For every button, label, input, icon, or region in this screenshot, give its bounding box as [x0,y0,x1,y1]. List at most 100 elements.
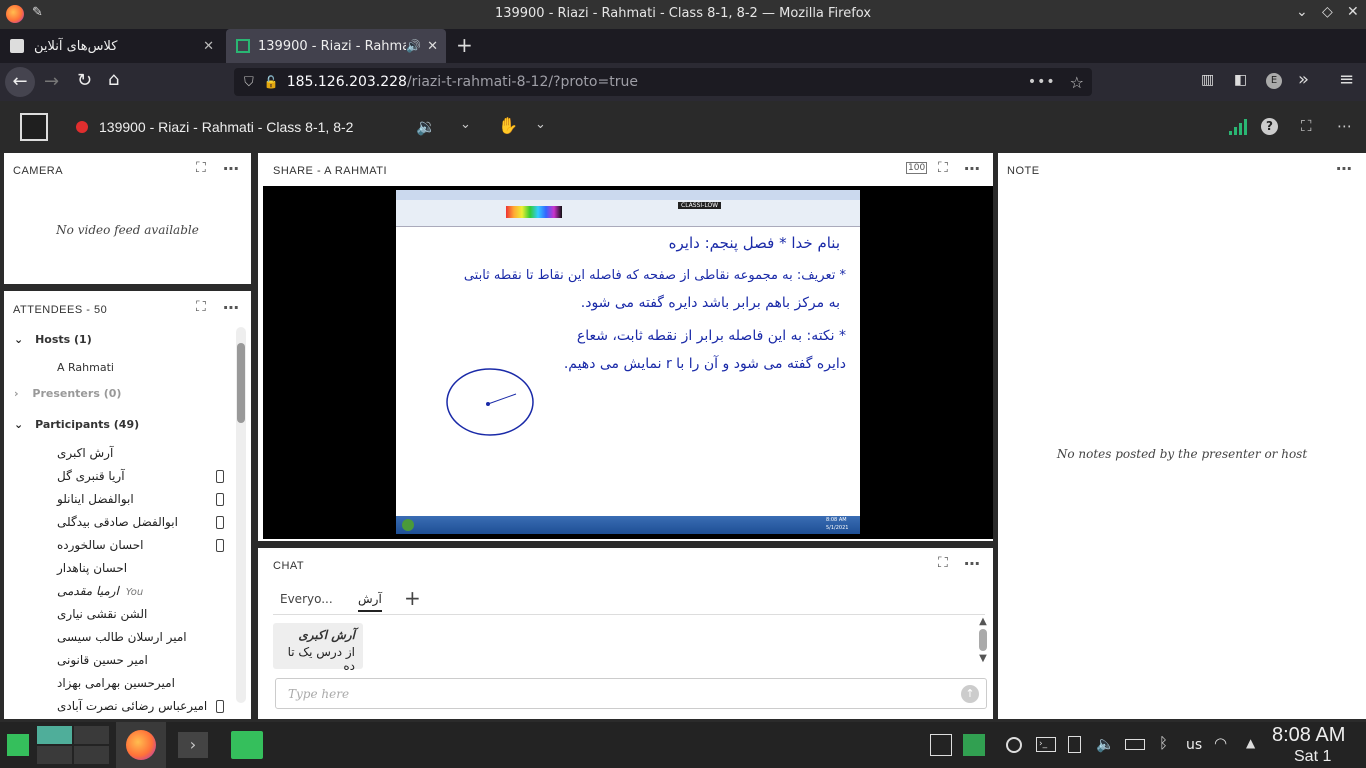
chevron-down-icon[interactable]: ⌄ [460,117,471,132]
participant-item[interactable]: امیر ارسلان طالب سیسی [57,630,187,644]
participant-item[interactable]: امیر حسین قانونی [57,653,148,667]
more-options-icon[interactable]: ⋯ [223,298,240,317]
url-bar[interactable]: ⛉ 🔓 185.126.203.228 /riazi-t-rahmati-8-1… [234,68,1092,96]
participants-group[interactable]: ⌄ Participants (49) [14,418,139,431]
new-tab-icon[interactable]: + [456,33,473,57]
terminal-taskbar-icon[interactable]: › [178,732,208,758]
more-options-icon[interactable]: ⋯ [1336,159,1353,178]
chat-tab-user[interactable]: آرش [358,592,382,612]
attendees-label: ATTENDEES - 50 [13,304,108,316]
more-options-icon[interactable]: ⋯ [964,554,981,573]
scroll-up-icon[interactable]: ▲ [977,616,989,627]
tab-online-classes[interactable]: کلاس‌های آنلاین ✕ [0,29,226,63]
workspace-switcher[interactable] [37,726,109,764]
expand-icon[interactable]: ⛶ [938,555,948,571]
host-name[interactable]: A Rahmati [57,361,114,374]
mobile-device-icon [216,493,224,506]
extension-icon[interactable]: E [1266,73,1282,89]
tab-close-icon[interactable]: ✕ [203,39,214,54]
chat-input[interactable]: Type here ↑ [275,678,987,709]
expand-icon[interactable]: ⛶ [196,299,206,315]
workspace-3[interactable] [37,746,72,764]
raise-hand-icon[interactable]: ✋ [498,116,518,135]
insecure-lock-icon[interactable]: 🔓 [264,75,279,89]
reload-icon[interactable]: ↻ [77,70,92,91]
keyboard-layout[interactable]: us [1186,737,1202,753]
scrollbar-thumb[interactable] [237,343,245,423]
bluetooth-icon[interactable]: ᛒ [1159,734,1168,752]
clock-date[interactable]: Sat 1 [1294,748,1331,766]
sidebar-icon[interactable]: ◧ [1234,72,1247,88]
participant-item-self[interactable]: ارمیا مقدمی You [57,584,143,598]
shield-icon[interactable]: ⛉ [244,75,254,90]
overflow-icon[interactable]: » [1298,69,1309,90]
chevron-down-icon[interactable]: ⌄ [535,117,546,132]
maximize-icon[interactable]: ◇ [1322,4,1333,20]
participant-item[interactable]: ابوالفضل اینانلو [57,492,134,506]
bookmark-star-icon[interactable]: ☆ [1070,73,1084,92]
library-icon[interactable]: ▥ [1201,72,1214,88]
back-icon[interactable]: ← [5,67,35,97]
help-icon[interactable]: ? [1261,118,1278,135]
chat-scrollbar[interactable]: ▲ ▼ [977,616,989,672]
participant-item[interactable]: ابوالفضل صادقی بیدگلی [57,515,178,529]
chevron-right-icon: › [14,387,19,400]
more-options-icon[interactable]: ⋯ [223,159,240,178]
add-chat-icon[interactable]: + [404,586,421,610]
wifi-icon[interactable]: ◠ [1214,734,1227,752]
firefox-taskbar-icon[interactable] [116,722,166,768]
expand-icon[interactable]: ⛶ [196,160,206,176]
speaker-icon[interactable]: 🔊 [406,39,421,53]
forward-icon[interactable]: → [44,71,59,92]
participant-item[interactable]: آرش اکبری [57,446,113,460]
more-options-icon[interactable]: ⋯ [1337,117,1352,135]
attendees-panel: ATTENDEES - 50 ⛶ ⋯ ⌄ Hosts (1) A Rahmati… [4,291,251,719]
tab-active-class[interactable]: 139900 - Riazi - Rahmat 🔊 ✕ [226,29,446,63]
workspace-1[interactable] [37,726,72,744]
participant-item[interactable]: امیرحسین بهرامی بهزاد [57,676,175,690]
workspace-2[interactable] [74,726,109,744]
volume-icon[interactable]: 🔉 [416,117,436,136]
scroll-down-icon[interactable]: ▼ [977,653,989,664]
clock-time[interactable]: 8:08 AM [1272,724,1345,747]
battery-icon[interactable] [1125,739,1145,750]
fullscreen-icon[interactable]: ⛶ [1301,117,1312,135]
workspace-4[interactable] [74,746,109,764]
participant-item[interactable]: احسان سالخورده [57,538,143,552]
files-taskbar-icon[interactable] [231,731,263,759]
tray-expand-icon[interactable]: ▲ [1246,736,1255,750]
app-logo-icon[interactable] [20,113,48,141]
signal-icon[interactable] [1229,119,1247,135]
volume-tray-icon[interactable]: 🔈 [1096,735,1115,753]
expand-icon[interactable]: ⛶ [938,160,948,176]
show-desktop-icon[interactable] [930,734,952,756]
menu-icon[interactable]: ≡ [1339,69,1354,90]
camera-panel: CAMERA ⛶ ⋯ No video feed available [4,153,251,284]
home-icon[interactable]: ⌂ [108,69,119,90]
close-icon[interactable]: ✕ [1347,4,1359,20]
participant-item[interactable]: احسان پناهدار [57,561,127,575]
send-icon[interactable]: ↑ [961,685,979,703]
participant-item[interactable]: امیرعباس رضائی نصرت آبادی [57,699,207,713]
presenters-label: Presenters (0) [32,387,122,400]
note-label: NOTE [1007,165,1040,177]
share-label: SHARE - A RAHMATI [273,165,388,177]
clipboard-icon[interactable] [1068,736,1081,753]
page-actions-icon[interactable]: ••• [1028,74,1056,90]
terminal-tray-icon[interactable]: ›_ [1036,737,1056,752]
participant-item[interactable]: الشن نقشی نیاری [57,607,147,621]
slide-line-4: * نکته: به این فاصله برابر از نقطه ثابت،… [576,327,846,344]
app-menu-icon[interactable] [7,734,29,756]
zoom-100-icon[interactable]: 100 [906,162,928,174]
scrollbar-thumb[interactable] [979,629,987,651]
presenters-group[interactable]: › Presenters (0) [14,387,121,400]
participant-item[interactable]: آریا قنبری گل [57,469,125,483]
hosts-group[interactable]: ⌄ Hosts (1) [14,333,92,346]
minimize-icon[interactable]: ⌄ [1296,4,1308,20]
chat-tab-everyone[interactable]: Everyo... [280,592,333,606]
trash-icon[interactable] [963,734,985,756]
attendees-scrollbar[interactable] [236,327,246,703]
more-options-icon[interactable]: ⋯ [964,159,981,178]
tab-close-icon[interactable]: ✕ [427,39,438,54]
update-icon[interactable] [1006,737,1022,753]
